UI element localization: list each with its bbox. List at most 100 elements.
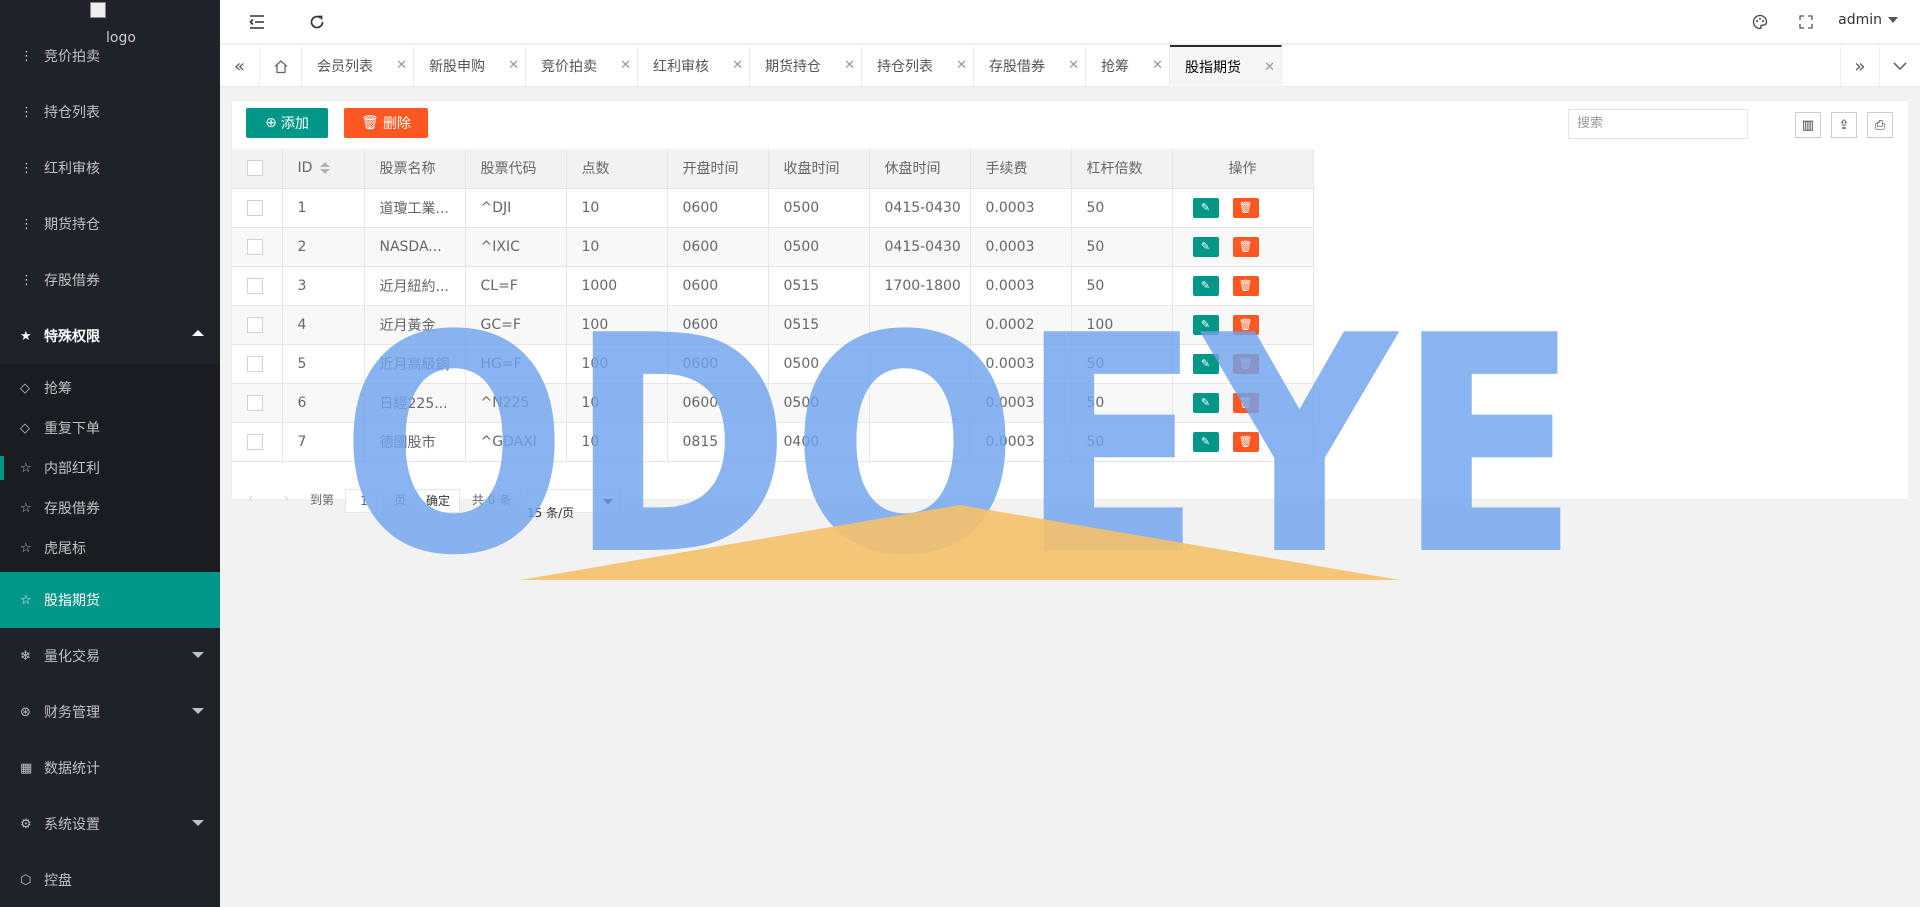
tab-member-list[interactable]: 会员列表 ✕ xyxy=(302,45,414,87)
sidebar-item-tiger-tail[interactable]: ☆ 虎尾标 xyxy=(0,528,220,568)
row-checkbox[interactable] xyxy=(232,383,283,423)
close-icon[interactable]: ✕ xyxy=(1264,60,1275,75)
select-all-checkbox[interactable] xyxy=(232,149,283,189)
close-icon[interactable]: ✕ xyxy=(620,58,631,73)
delete-trash-icon[interactable]: 🗑 xyxy=(1232,314,1259,335)
table-header-row: ID 股票名称 股票代码 点数 开盘时间 收盘时间 休盘时间 手续费 杠杆倍数 … xyxy=(232,149,1314,189)
table-cell: 10 xyxy=(566,188,668,228)
edit-pencil-icon[interactable]: ✎ xyxy=(1192,353,1219,374)
row-actions: ✎ 🗑 xyxy=(1172,266,1314,306)
table-cell: ^N225 xyxy=(465,383,567,423)
export-icon[interactable]: ⇪ xyxy=(1831,112,1857,138)
edit-pencil-icon[interactable]: ✎ xyxy=(1192,392,1219,413)
table-cell: 日經225... xyxy=(364,383,466,423)
row-checkbox[interactable] xyxy=(232,227,283,267)
table-cell: 0500 xyxy=(768,227,870,267)
refresh-icon[interactable] xyxy=(304,0,330,44)
tab-positions[interactable]: 持仓列表 ✕ xyxy=(862,45,974,87)
sidebar-item-futures-positions[interactable]: ⋮ 期货持仓 xyxy=(0,196,220,252)
row-checkbox[interactable] xyxy=(232,422,283,462)
tab-index-futures[interactable]: 股指期货 ✕ xyxy=(1170,45,1282,87)
page-size-select[interactable]: 15 条/页 xyxy=(520,489,620,520)
fullscreen-icon[interactable] xyxy=(1793,0,1819,44)
row-checkbox[interactable] xyxy=(232,188,283,228)
edit-pencil-icon[interactable]: ✎ xyxy=(1192,236,1219,257)
close-icon[interactable]: ✕ xyxy=(508,58,519,73)
tabs-scroll-left-icon[interactable]: « xyxy=(220,45,260,87)
row-checkbox[interactable] xyxy=(232,305,283,345)
sidebar-item-grab[interactable]: ◇ 抢筹 xyxy=(0,368,220,408)
next-page-icon[interactable]: › xyxy=(284,491,289,505)
user-menu[interactable]: admin xyxy=(1838,12,1898,28)
tabs-menu-chevron-down-icon[interactable] xyxy=(1880,45,1920,87)
edit-pencil-icon[interactable]: ✎ xyxy=(1192,197,1219,218)
table-cell: 0415-0430 xyxy=(869,188,971,228)
sidebar-item-stock-lending[interactable]: ⋮ 存股借券 xyxy=(0,252,220,308)
sidebar-item-statistics[interactable]: ▦ 数据统计 xyxy=(0,740,220,796)
star-outline-icon: ☆ xyxy=(20,460,32,476)
delete-trash-icon[interactable]: 🗑 xyxy=(1232,275,1259,296)
table-row: 7 德國股市 ^GDAXI 10 0815 0400 0.0003 50 ✎ 🗑 xyxy=(232,422,1314,462)
edit-pencil-icon[interactable]: ✎ xyxy=(1192,431,1219,452)
sidebar-item-dividend-review[interactable]: ⋮ 红利审核 xyxy=(0,140,220,196)
home-icon[interactable] xyxy=(260,45,302,87)
tab-futures-positions[interactable]: 期货持仓 ✕ xyxy=(750,45,862,87)
delete-trash-icon[interactable]: 🗑 xyxy=(1232,197,1259,218)
sidebar-item-label: 存股借券 xyxy=(44,501,100,517)
tab-auction[interactable]: 竞价拍卖 ✕ xyxy=(526,45,638,87)
dots-vertical-icon: ⋮ xyxy=(20,272,33,288)
delete-button[interactable]: 🗑 删除 xyxy=(344,108,428,138)
tab-label: 会员列表 xyxy=(317,59,373,75)
row-checkbox[interactable] xyxy=(232,344,283,384)
sidebar-item-quant-trading[interactable]: ❄ 量化交易 xyxy=(0,628,220,684)
sidebar-group-special[interactable]: ★ 特殊权限 xyxy=(0,308,220,364)
table-cell: 50 xyxy=(1071,422,1173,462)
data-table: ID 股票名称 股票代码 点数 开盘时间 收盘时间 休盘时间 手续费 杠杆倍数 … xyxy=(232,149,1314,462)
sidebar-item-label: 抢筹 xyxy=(44,381,72,397)
delete-trash-icon[interactable]: 🗑 xyxy=(1232,236,1259,257)
tab-grab[interactable]: 抢筹 ✕ xyxy=(1086,45,1170,87)
tab-ipo[interactable]: 新股申购 ✕ xyxy=(414,45,526,87)
edit-pencil-icon[interactable]: ✎ xyxy=(1192,314,1219,335)
table-cell: 0.0003 xyxy=(970,344,1072,384)
sidebar-item-control[interactable]: ⬡ 控盘 xyxy=(0,852,220,907)
prev-page-icon[interactable]: ‹ xyxy=(248,491,253,505)
sidebar-item-stock-lending-2[interactable]: ☆ 存股借券 xyxy=(0,488,220,528)
page-number-input[interactable]: 1 xyxy=(345,489,383,513)
sidebar-item-positions[interactable]: ⋮ 持仓列表 xyxy=(0,84,220,140)
search-input[interactable]: 搜索 xyxy=(1568,109,1748,139)
chevron-down-icon xyxy=(192,820,204,826)
collapse-menu-icon[interactable] xyxy=(244,0,270,44)
close-icon[interactable]: ✕ xyxy=(732,58,743,73)
delete-trash-icon[interactable]: 🗑 xyxy=(1232,431,1259,452)
goto-confirm-button[interactable]: 确定 xyxy=(416,489,460,513)
add-button[interactable]: ⊕ 添加 xyxy=(246,108,328,138)
sidebar-item-settings[interactable]: ⚙ 系统设置 xyxy=(0,796,220,852)
tab-stock-lending[interactable]: 存股借券 ✕ xyxy=(974,45,1086,87)
sort-icon[interactable] xyxy=(320,162,331,175)
delete-trash-icon[interactable]: 🗑 xyxy=(1232,353,1259,374)
delete-trash-icon[interactable]: 🗑 xyxy=(1232,392,1259,413)
close-icon[interactable]: ✕ xyxy=(844,58,855,73)
sidebar-item-repeat-order[interactable]: ◇ 重复下单 xyxy=(0,408,220,448)
row-checkbox[interactable] xyxy=(232,266,283,306)
tab-label: 竞价拍卖 xyxy=(541,59,597,75)
close-icon[interactable]: ✕ xyxy=(1068,58,1079,73)
table-cell: 0500 xyxy=(768,344,870,384)
column-header-id[interactable]: ID xyxy=(282,149,365,189)
close-icon[interactable]: ✕ xyxy=(956,58,967,73)
theme-palette-icon[interactable] xyxy=(1747,0,1773,44)
tab-label: 存股借券 xyxy=(989,59,1045,75)
table-cell: 4 xyxy=(282,305,365,345)
sidebar-item-index-futures[interactable]: ☆ 股指期货 xyxy=(0,572,220,628)
close-icon[interactable]: ✕ xyxy=(396,58,407,73)
tab-dividend-review[interactable]: 红利审核 ✕ xyxy=(638,45,750,87)
tabs-scroll-right-icon[interactable]: » xyxy=(1840,45,1880,87)
columns-filter-icon[interactable]: ▥ xyxy=(1795,112,1821,138)
sidebar-item-auction[interactable]: ⋮ 竞价拍卖 xyxy=(0,28,220,84)
sidebar-item-internal-dividend[interactable]: ☆ 内部红利 xyxy=(0,448,220,488)
edit-pencil-icon[interactable]: ✎ xyxy=(1192,275,1219,296)
print-icon[interactable]: ⎙ xyxy=(1867,112,1893,138)
sidebar-item-finance[interactable]: ⊛ 财务管理 xyxy=(0,684,220,740)
close-icon[interactable]: ✕ xyxy=(1152,58,1163,73)
